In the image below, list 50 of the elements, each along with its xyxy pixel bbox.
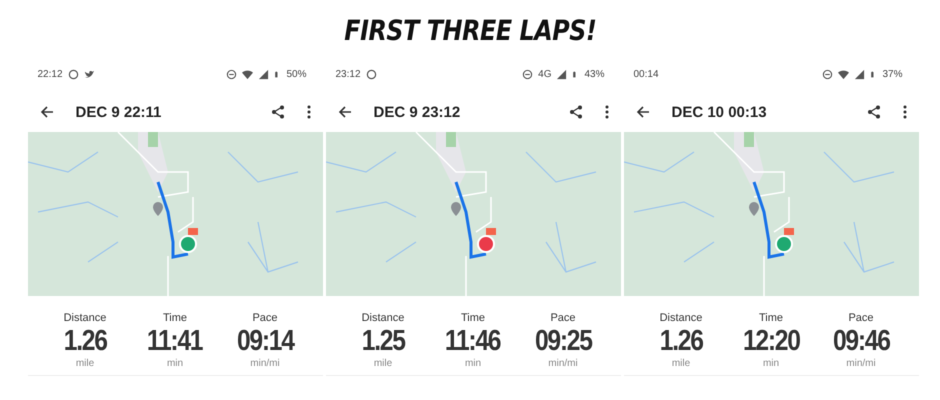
activity-title: DEC 9 23:12 (374, 104, 462, 120)
battery-percent: 37% (882, 68, 902, 80)
stat-value: 1.25 (362, 324, 404, 358)
stat-label: Distance (660, 312, 702, 324)
do-not-disturb-icon (822, 68, 834, 80)
stat-unit: min (166, 358, 184, 369)
stat-unit: min (464, 358, 482, 369)
stat-unit: mile (672, 358, 690, 369)
stat-value: 1.26 (660, 324, 702, 358)
stat-value: 09:25 (534, 324, 592, 358)
stat-label: Pace (550, 312, 576, 324)
stat-label: Time (758, 312, 784, 324)
more-menu-button[interactable] (306, 103, 310, 121)
signal-icon (556, 68, 568, 80)
stat-value: 11:41 (147, 324, 203, 358)
stat-value: 09:46 (832, 324, 890, 358)
stat-label: Pace (848, 312, 874, 324)
stat-unit: min/mi (846, 358, 876, 369)
stat-label: Distance (64, 312, 106, 324)
stat-unit: min/mi (250, 358, 280, 369)
stat-value: 11:46 (445, 324, 501, 358)
stat-value: 09:14 (236, 324, 294, 358)
stat-value: 12:20 (742, 324, 800, 358)
more-menu-button[interactable] (604, 103, 608, 121)
stat-unit: min/mi (548, 358, 578, 369)
status-time: 23:12 (336, 68, 361, 80)
stat-label: Time (162, 312, 188, 324)
stat-unit: mile (76, 358, 94, 369)
more-menu-button[interactable] (902, 103, 906, 121)
battery-percent: 43% (584, 68, 604, 80)
wifi-icon (838, 68, 850, 80)
bird-icon (84, 68, 95, 80)
status-time: 00:14 (634, 68, 659, 80)
activity-title: DEC 10 00:13 (672, 104, 768, 120)
page-title: FIRST THREE LAPS! (344, 14, 596, 49)
stat-unit: min (762, 358, 780, 369)
signal-icon (258, 68, 270, 80)
stat-unit: mile (374, 358, 392, 369)
status-time: 22:12 (38, 68, 63, 80)
wifi-icon (242, 68, 254, 80)
stat-value: 1.26 (64, 324, 106, 358)
network-label: 4G (538, 68, 552, 80)
activity-title: DEC 9 22:11 (76, 104, 162, 120)
battery-percent: 50% (286, 68, 306, 80)
stat-label: Distance (362, 312, 404, 324)
do-not-disturb-icon (226, 68, 238, 80)
stat-label: Pace (252, 312, 278, 324)
stat-label: Time (460, 312, 486, 324)
do-not-disturb-icon (522, 68, 534, 80)
signal-icon (854, 68, 866, 80)
